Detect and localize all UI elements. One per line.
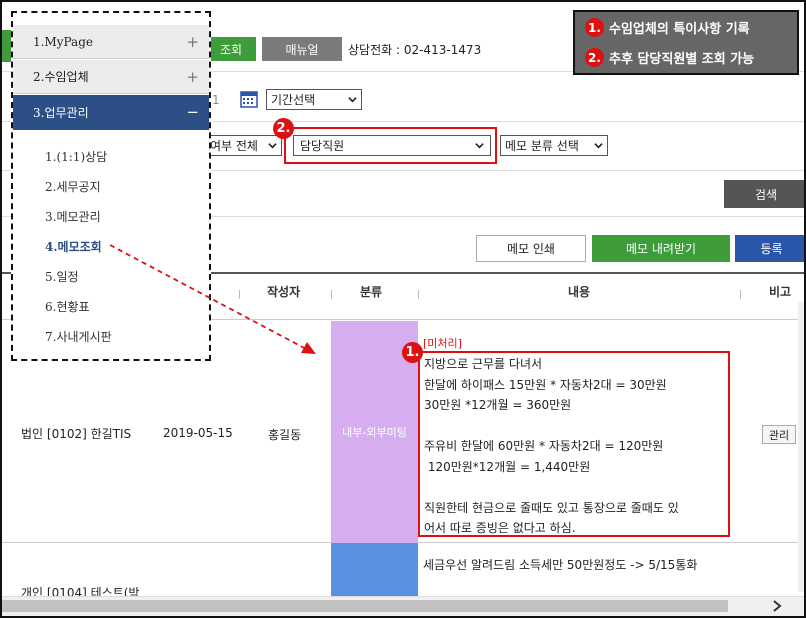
annotation-arrow [109, 244, 316, 354]
screen: 조회 매뉴얼 상담전화 : 02-413-1473 1 기간선택 여부 전체 담… [0, 0, 806, 618]
